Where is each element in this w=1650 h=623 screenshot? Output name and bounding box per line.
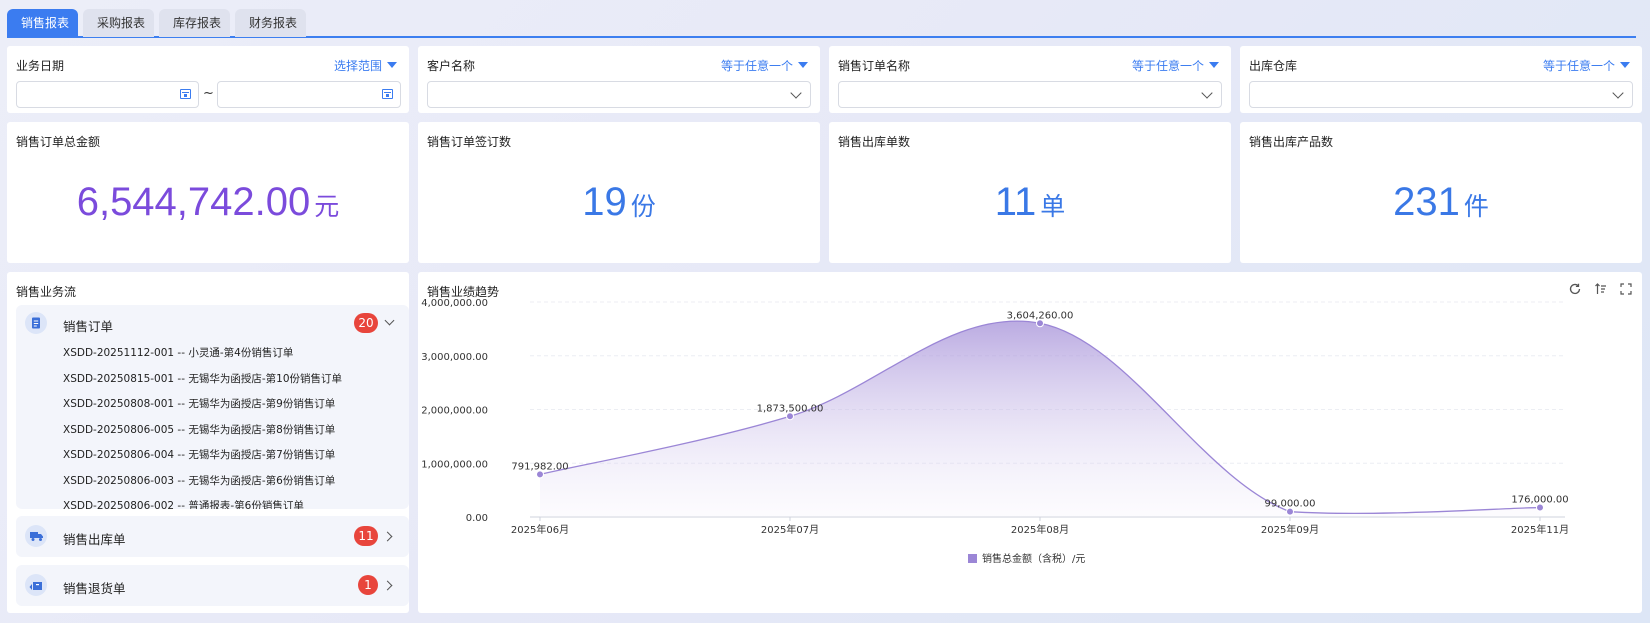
chevron-right-icon[interactable]: [382, 531, 393, 542]
start-date-input[interactable]: [16, 81, 199, 108]
data-label: 791,982.00: [511, 461, 568, 472]
y-tick-label: 0.00: [466, 513, 488, 524]
sales-outbound-label: 销售出库单: [63, 532, 126, 547]
data-label: 1,873,500.00: [757, 403, 824, 414]
report-tabs: 销售报表 采购报表 库存报表 财务报表: [7, 9, 1636, 38]
kpi-outbound-count: 销售出库单数 11 单: [829, 122, 1231, 263]
match-mode-dropdown[interactable]: 等于任意一个: [1132, 57, 1219, 74]
caret-down-icon: [1620, 62, 1630, 68]
kpi-outbound-products: 销售出库产品数 231 件: [1240, 122, 1642, 263]
return-box-icon: [25, 574, 47, 596]
calendar-icon[interactable]: [382, 89, 393, 99]
order-name-select[interactable]: [838, 81, 1222, 108]
filter-business-date: 业务日期 选择范围 ~: [7, 46, 409, 113]
list-item[interactable]: XSDD-20251112-001 -- 小灵通-第4份销售订单: [63, 341, 403, 367]
caret-down-icon: [1209, 62, 1219, 68]
kpi-title: 销售订单签订数: [427, 135, 512, 149]
list-item[interactable]: XSDD-20250806-005 -- 无锡华为函授店-第8份销售订单: [63, 418, 403, 444]
end-date-input[interactable]: [217, 81, 401, 108]
y-tick-label: 4,000,000.00: [421, 298, 488, 309]
legend-swatch: [968, 554, 977, 563]
list-item[interactable]: XSDD-20250808-001 -- 无锡华为函授店-第9份销售订单: [63, 392, 403, 418]
sales-trend-chart: 0.00 1,000,000.00 2,000,000.00 3,000,000.00…: [421, 298, 1569, 565]
chevron-down-icon: [1201, 87, 1213, 99]
match-mode-dropdown[interactable]: 等于任意一个: [721, 57, 808, 74]
filter-label: 客户名称: [427, 59, 476, 73]
list-item[interactable]: XSDD-20250806-003 -- 无锡华为函授店-第6份销售订单: [63, 469, 403, 495]
list-item[interactable]: XSDD-20250806-002 -- 普通报表-第6份销售订单: [63, 494, 403, 509]
data-label: 3,604,260.00: [1007, 310, 1074, 321]
filter-customer: 客户名称 等于任意一个: [418, 46, 820, 113]
sales-outbound-count-badge: 11: [354, 526, 378, 546]
kpi-order-count: 销售订单签订数 19 份: [418, 122, 820, 263]
tab-inventory-report[interactable]: 库存报表: [159, 9, 230, 37]
sales-order-label: 销售订单: [63, 319, 114, 334]
customer-select[interactable]: [427, 81, 811, 108]
select-range-button[interactable]: 选择范围: [334, 57, 397, 74]
date-separator: ~: [203, 86, 214, 101]
kpi-value: 19 份: [582, 180, 656, 224]
filter-label: 业务日期: [16, 59, 65, 73]
document-icon: [25, 312, 47, 334]
kpi-value: 6,544,742.00 元: [76, 180, 340, 224]
list-item[interactable]: XSDD-20250806-004 -- 无锡华为函授店-第7份销售订单: [63, 443, 403, 469]
x-tick-label: 2025年11月: [1511, 523, 1569, 536]
sales-flow-panel: 销售业务流 销售订单 20 XSDD-20251112-001 -- 小灵通-第…: [7, 272, 409, 613]
match-mode-dropdown[interactable]: 等于任意一个: [1543, 57, 1630, 74]
sales-order-list: XSDD-20251112-001 -- 小灵通-第4份销售订单 XSDD-20…: [63, 341, 403, 509]
kpi-title: 销售订单总金额: [16, 135, 101, 149]
filter-label: 销售订单名称: [838, 59, 911, 73]
sales-return-group[interactable]: 销售退货单 1: [16, 565, 409, 606]
sales-return-count-badge: 1: [358, 575, 378, 595]
kpi-title: 销售出库产品数: [1249, 135, 1334, 149]
sales-outbound-group[interactable]: 销售出库单 11: [16, 516, 409, 557]
filter-warehouse: 出库仓库 等于任意一个: [1240, 46, 1642, 113]
sales-order-group: 销售订单 20 XSDD-20251112-001 -- 小灵通-第4份销售订单…: [16, 305, 409, 509]
chevron-down-icon[interactable]: [384, 315, 395, 326]
caret-down-icon: [387, 62, 397, 68]
kpi-title: 销售出库单数: [838, 135, 911, 149]
panel-title: 销售业务流: [16, 285, 77, 299]
y-tick-label: 2,000,000.00: [421, 406, 488, 417]
legend-label: 销售总金额（含税）/元: [982, 552, 1085, 565]
caret-down-icon: [798, 62, 808, 68]
y-tick-label: 3,000,000.00: [421, 352, 488, 363]
kpi-value: 11 单: [994, 180, 1066, 224]
x-tick-label: 2025年07月: [761, 523, 819, 536]
y-tick-label: 1,000,000.00: [421, 459, 488, 470]
truck-icon: [25, 525, 47, 547]
kpi-value: 231 件: [1393, 180, 1489, 224]
filter-order-name: 销售订单名称 等于任意一个: [829, 46, 1231, 113]
sales-trend-panel: 销售业绩趋势 0.00 1,000,000.00 2,000,000.00 3,000…: [418, 272, 1642, 613]
x-tick-label: 2025年09月: [1261, 523, 1319, 536]
list-item[interactable]: XSDD-20250815-001 -- 无锡华为函授店-第10份销售订单: [63, 367, 403, 393]
sales-order-count-badge: 20: [354, 313, 378, 333]
tab-finance-report[interactable]: 财务报表: [235, 9, 306, 37]
chevron-down-icon: [790, 87, 802, 99]
sales-order-header[interactable]: 销售订单 20: [16, 305, 409, 341]
calendar-icon[interactable]: [180, 89, 191, 99]
kpi-total-amount: 销售订单总金额 6,544,742.00 元: [7, 122, 409, 263]
data-label: 99,000.00: [1265, 499, 1316, 510]
chevron-down-icon: [1612, 87, 1624, 99]
filter-label: 出库仓库: [1249, 59, 1298, 73]
series-area: [540, 321, 1540, 517]
sales-return-label: 销售退货单: [63, 581, 126, 596]
x-tick-label: 2025年06月: [511, 523, 569, 536]
tab-sales-report[interactable]: 销售报表: [7, 9, 78, 37]
chevron-right-icon[interactable]: [382, 580, 393, 591]
warehouse-select[interactable]: [1249, 81, 1633, 108]
tab-purchase-report[interactable]: 采购报表: [83, 9, 154, 37]
data-label: 176,000.00: [1511, 495, 1568, 506]
x-tick-label: 2025年08月: [1011, 523, 1069, 536]
